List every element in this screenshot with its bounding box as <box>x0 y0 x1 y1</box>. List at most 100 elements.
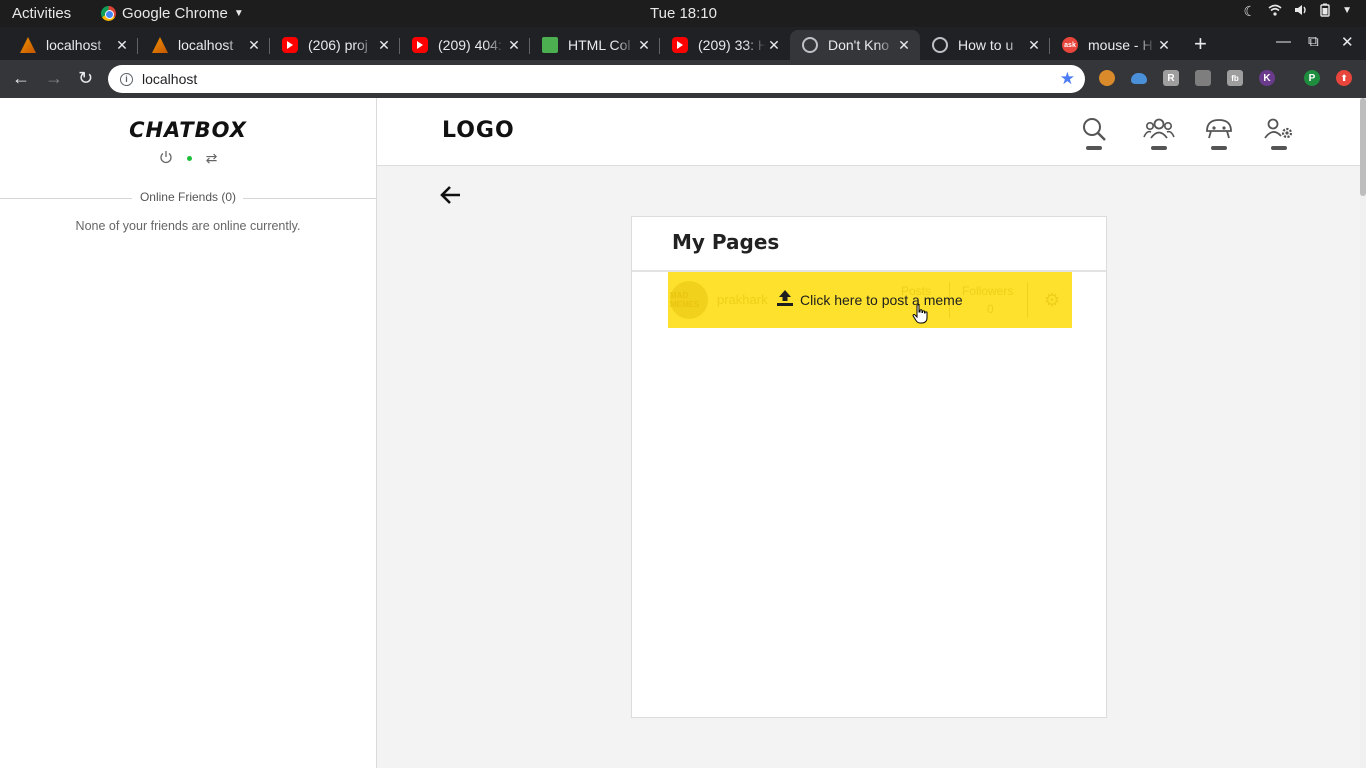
maximize-button[interactable]: ⧉ <box>1308 33 1319 50</box>
reload-icon[interactable]: ↻ <box>78 68 93 89</box>
volume-icon <box>1294 3 1308 20</box>
tab-strip: localhost ✕ localhost ✕ (206) proj ✕ (209) … <box>0 27 1366 60</box>
extension-icon[interactable]: K <box>1259 70 1275 86</box>
search-icon[interactable] <box>1076 116 1112 152</box>
ask-icon: ask <box>1062 37 1078 53</box>
close-icon[interactable]: ✕ <box>1026 37 1042 54</box>
night-light-icon: ☾ <box>1243 3 1257 19</box>
wifi-icon <box>1268 3 1282 20</box>
tab-title: HTML Col <box>568 37 631 53</box>
page: CHATBOX ⇄ Online Friends (0) None of you… <box>0 98 1366 768</box>
tab-title: localhost <box>178 37 234 53</box>
extension-icon[interactable]: fb <box>1227 70 1243 86</box>
globe-icon <box>802 37 818 53</box>
youtube-icon <box>672 37 688 53</box>
tab[interactable]: How to u ✕ <box>920 30 1050 60</box>
followers-count: 0 <box>987 302 994 316</box>
tab[interactable]: HTML Col ✕ <box>530 30 660 60</box>
system-tray[interactable]: ☾ ▼ <box>1244 3 1352 20</box>
clock[interactable]: Tue 18:10 <box>650 5 717 22</box>
globe-icon <box>932 37 948 53</box>
html-color-icon <box>542 37 558 53</box>
extension-icon[interactable]: R <box>1163 70 1179 86</box>
scrollbar-thumb[interactable] <box>1360 98 1366 196</box>
memes-icon[interactable] <box>1201 116 1237 152</box>
cookie-extension-icon[interactable] <box>1099 70 1115 86</box>
tab-title: (206) proj <box>308 37 368 53</box>
tab-title: localhost <box>46 37 102 53</box>
tab[interactable]: ask mouse - H ✕ <box>1050 30 1180 60</box>
tab[interactable]: (206) proj ✕ <box>270 30 400 60</box>
close-icon[interactable]: ✕ <box>376 37 392 54</box>
address-bar[interactable]: i localhost ★ <box>108 65 1085 93</box>
close-icon[interactable]: ✕ <box>506 37 522 54</box>
tab[interactable]: (209) 33: H ✕ <box>660 30 790 60</box>
tab-title: (209) 404: <box>438 37 502 53</box>
chevron-down-icon: ▼ <box>233 8 244 19</box>
url-text: localhost <box>142 71 198 87</box>
back-arrow-icon[interactable] <box>440 184 462 212</box>
youtube-icon <box>412 37 428 53</box>
tab[interactable]: (209) 404: ✕ <box>400 30 530 60</box>
close-icon[interactable]: ✕ <box>896 37 912 54</box>
app-menu[interactable]: Google Chrome ▼ <box>101 5 244 22</box>
post-meme-label: Click here to post a meme <box>800 291 963 308</box>
tab-title: mouse - H <box>1088 37 1153 53</box>
system-top-bar: Activities Google Chrome ▼ Tue 18:10 ☾ ▼ <box>0 0 1366 27</box>
youtube-icon <box>282 37 298 53</box>
page-name[interactable]: prakhark <box>717 292 768 307</box>
new-tab-button[interactable]: + <box>1194 31 1207 57</box>
close-icon[interactable]: ✕ <box>1156 37 1172 54</box>
extension-icon[interactable] <box>1195 70 1211 86</box>
online-friends-label: Online Friends (0) <box>139 190 237 204</box>
lamp-icon <box>20 37 36 53</box>
hand-cursor-icon <box>912 304 928 324</box>
close-icon[interactable]: ✕ <box>766 37 782 54</box>
chatbox-sidebar: CHATBOX ⇄ Online Friends (0) None of you… <box>0 98 377 768</box>
minimize-button[interactable]: — <box>1276 33 1291 50</box>
chevron-down-icon: ▼ <box>1342 5 1352 16</box>
profile-avatar[interactable]: P <box>1304 70 1320 86</box>
settings-icon[interactable] <box>1261 116 1297 152</box>
online-status-dot <box>186 156 192 161</box>
close-icon[interactable]: ✕ <box>246 37 262 54</box>
lamp-icon <box>152 37 168 53</box>
update-icon[interactable]: ⬆ <box>1336 70 1352 86</box>
gear-icon[interactable]: ⚙ <box>1044 290 1060 311</box>
browser-toolbar: ← → ↻ i localhost ★ R fb K P ⬆ <box>0 60 1366 98</box>
tab[interactable]: localhost ✕ <box>140 30 270 60</box>
no-friends-message: None of your friends are online currentl… <box>75 219 301 233</box>
card-title: My Pages <box>672 230 780 254</box>
site-header: LOGO <box>377 98 1366 166</box>
back-icon[interactable]: ← <box>12 68 30 89</box>
info-icon[interactable]: i <box>120 72 133 86</box>
friends-icon[interactable] <box>1141 116 1177 152</box>
tab-active[interactable]: Don't Kno ✕ <box>790 30 920 60</box>
tab-title: (209) 33: H <box>698 37 766 53</box>
close-icon[interactable]: ✕ <box>636 37 652 54</box>
chrome-icon <box>101 6 116 21</box>
forward-icon[interactable]: → <box>45 68 63 89</box>
swap-icon[interactable]: ⇄ <box>206 150 218 167</box>
tab-title: Don't Kno <box>828 37 890 53</box>
page-scrollbar[interactable] <box>1360 98 1366 768</box>
site-logo[interactable]: LOGO <box>442 118 515 143</box>
power-icon[interactable] <box>159 150 173 167</box>
chatbox-controls: ⇄ <box>0 150 376 167</box>
tab-title: How to u <box>958 37 1014 53</box>
my-pages-card: My Pages MAD MEMES prakhark Posts Follow… <box>631 216 1107 718</box>
close-icon[interactable]: ✕ <box>114 37 130 54</box>
bookmark-star-icon[interactable]: ★ <box>1060 69 1075 89</box>
post-meme-button[interactable]: Click here to post a meme <box>776 289 963 310</box>
tab[interactable]: localhost ✕ <box>8 30 138 60</box>
chatbox-title: CHATBOX <box>129 118 247 142</box>
window-close-button[interactable]: ✕ <box>1341 33 1354 51</box>
online-friends-divider: Online Friends (0) <box>0 190 376 206</box>
cloud-extension-icon[interactable] <box>1131 73 1147 84</box>
activities-button[interactable]: Activities <box>12 5 71 22</box>
page-avatar[interactable]: MAD MEMES <box>670 281 708 319</box>
followers-label: Followers <box>962 284 1014 298</box>
page-row[interactable]: MAD MEMES prakhark Posts Followers 0 ⚙ C… <box>668 272 1072 328</box>
upload-icon <box>776 289 794 310</box>
app-name: Google Chrome <box>122 5 228 22</box>
